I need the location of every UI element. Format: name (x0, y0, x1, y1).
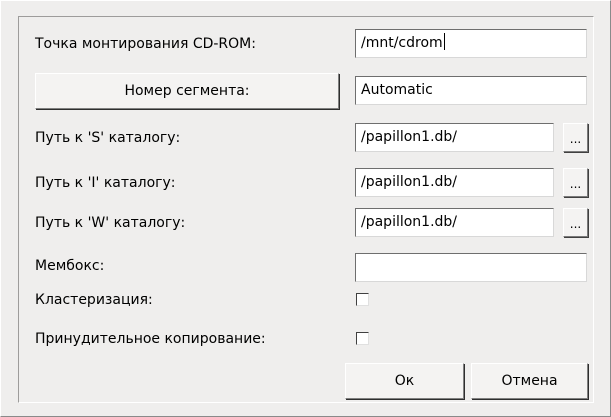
settings-dialog: Точка монтирования CD-ROM: /mnt/cdrom Но… (0, 0, 611, 417)
w-path-label: Путь к 'W' каталогу: (35, 215, 186, 231)
clustering-label: Кластеризация: (35, 292, 153, 308)
i-path-input[interactable]: /papillon1.db/ (355, 168, 554, 197)
mount-point-value: /mnt/cdrom (361, 35, 443, 51)
mount-point-input[interactable]: /mnt/cdrom (355, 29, 587, 58)
i-path-label: Путь к 'I' каталогу: (35, 175, 176, 191)
membox-input[interactable] (355, 253, 587, 282)
ok-button[interactable]: Ок (345, 363, 464, 399)
i-path-browse-button[interactable]: ... (563, 168, 588, 197)
segment-number-button[interactable]: Номер сегмента: (35, 73, 339, 109)
membox-label: Мембокс: (35, 258, 105, 274)
s-path-input[interactable]: /papillon1.db/ (355, 123, 554, 152)
s-path-browse-button[interactable]: ... (563, 123, 588, 152)
segment-number-input[interactable]: Automatic (355, 76, 587, 105)
clustering-checkbox[interactable] (356, 293, 369, 306)
w-path-browse-button[interactable]: ... (563, 208, 588, 237)
cancel-button[interactable]: Отмена (471, 363, 588, 399)
mount-point-label: Точка монтирования CD-ROM: (35, 36, 256, 52)
text-caret (443, 33, 445, 50)
w-path-input[interactable]: /papillon1.db/ (355, 208, 554, 237)
s-path-label: Путь к 'S' каталогу: (35, 130, 181, 146)
force-copy-label: Принудительное копирование: (35, 331, 266, 347)
force-copy-checkbox[interactable] (356, 332, 369, 345)
